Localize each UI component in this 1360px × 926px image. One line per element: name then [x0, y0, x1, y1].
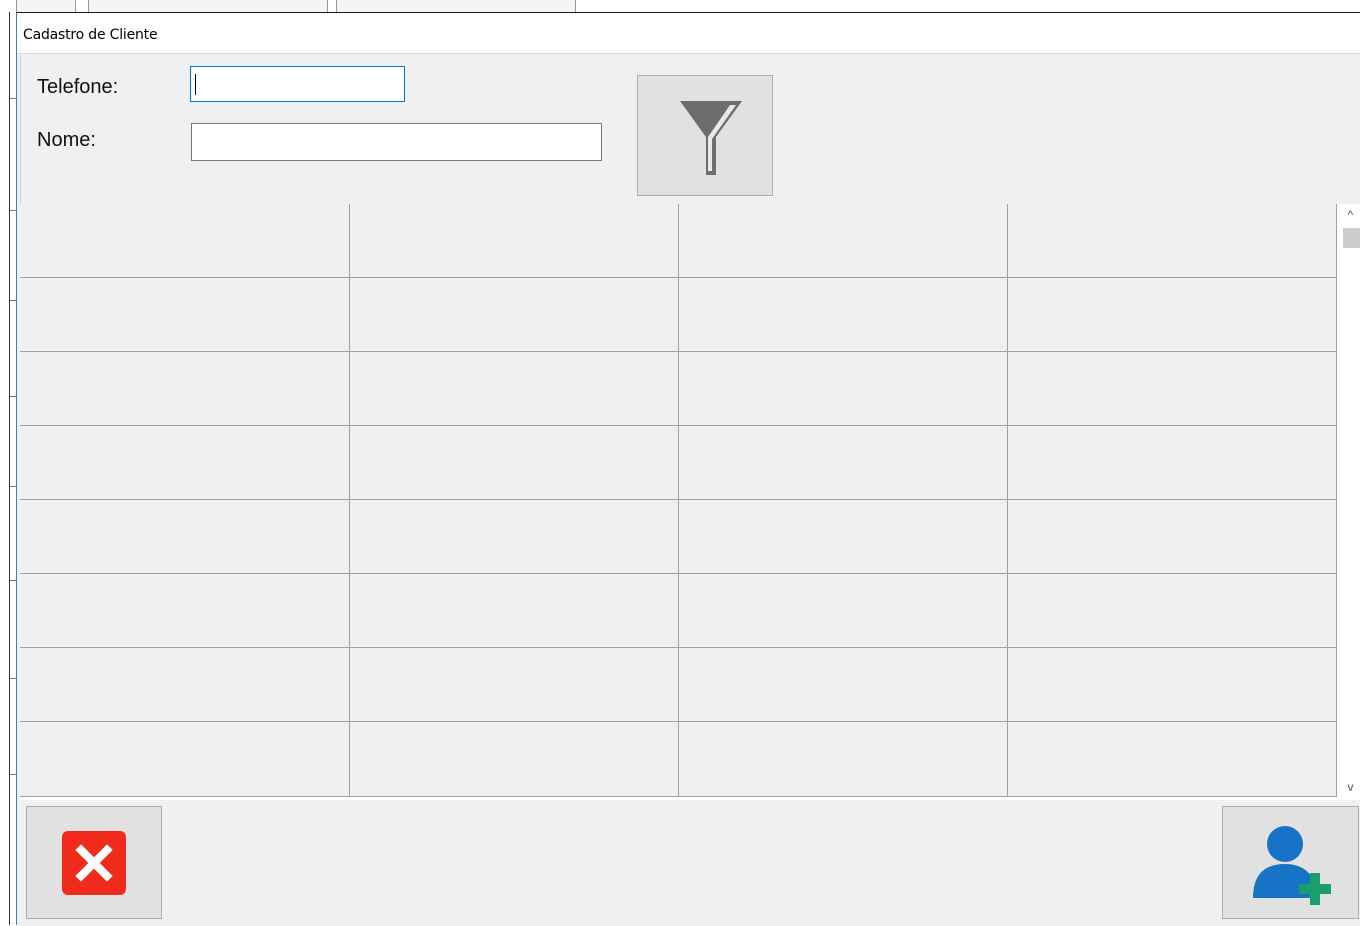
table-row[interactable] — [20, 204, 1338, 278]
scroll-thumb[interactable] — [1343, 228, 1360, 248]
table-cell[interactable] — [1006, 647, 1338, 722]
telefone-label: Telefone: — [37, 76, 119, 98]
table-cell[interactable] — [348, 351, 679, 426]
client-table[interactable] — [20, 204, 1338, 797]
table-cell[interactable] — [677, 721, 1008, 797]
table-row[interactable] — [20, 647, 1338, 722]
table-cell[interactable] — [1006, 721, 1338, 797]
text-caret — [195, 74, 196, 95]
table-cell[interactable] — [20, 647, 350, 722]
table-cell[interactable] — [1006, 499, 1338, 574]
vertical-scrollbar[interactable]: ^ v — [1341, 204, 1360, 800]
table-cell[interactable] — [677, 425, 1008, 500]
nome-input[interactable] — [191, 123, 602, 161]
table-cell[interactable] — [677, 204, 1008, 278]
close-button[interactable] — [26, 806, 162, 919]
funnel-icon — [680, 101, 742, 175]
scroll-down-arrow[interactable]: v — [1341, 778, 1360, 796]
nome-label: Nome: — [37, 129, 96, 151]
cadastro-cliente-window: Cadastro de Cliente Telefone: Nome: ^ v — [16, 12, 1360, 926]
table-cell[interactable] — [677, 573, 1008, 648]
client-grid[interactable]: ^ v — [20, 204, 1360, 800]
table-cell[interactable] — [1006, 351, 1338, 426]
table-row[interactable] — [20, 573, 1338, 648]
table-cell[interactable] — [20, 573, 350, 648]
table-cell[interactable] — [20, 425, 350, 500]
table-cell[interactable] — [348, 204, 679, 278]
table-cell[interactable] — [348, 721, 679, 797]
filter-button[interactable] — [637, 75, 773, 196]
table-cell[interactable] — [1006, 204, 1338, 278]
table-row[interactable] — [20, 721, 1338, 797]
table-cell[interactable] — [20, 351, 350, 426]
telefone-input[interactable] — [190, 66, 405, 102]
table-row[interactable] — [20, 499, 1338, 574]
table-cell[interactable] — [1006, 425, 1338, 500]
window-title-bar[interactable]: Cadastro de Cliente — [17, 13, 1360, 54]
table-cell[interactable] — [348, 425, 679, 500]
table-cell[interactable] — [348, 277, 679, 352]
table-cell[interactable] — [677, 647, 1008, 722]
bottom-action-bar — [20, 800, 1360, 926]
table-cell[interactable] — [348, 647, 679, 722]
user-add-icon — [1253, 826, 1331, 905]
table-row[interactable] — [20, 351, 1338, 426]
table-cell[interactable] — [20, 499, 350, 574]
table-cell[interactable] — [20, 204, 350, 278]
scroll-up-arrow[interactable]: ^ — [1341, 206, 1360, 224]
table-cell[interactable] — [1006, 277, 1338, 352]
filter-panel: Telefone: Nome: — [20, 55, 1360, 204]
table-cell[interactable] — [677, 277, 1008, 352]
table-row[interactable] — [20, 425, 1338, 500]
table-cell[interactable] — [677, 499, 1008, 574]
table-cell[interactable] — [20, 721, 350, 797]
table-row[interactable] — [20, 277, 1338, 352]
table-cell[interactable] — [1006, 573, 1338, 648]
window-title: Cadastro de Cliente — [23, 27, 158, 43]
table-cell[interactable] — [677, 351, 1008, 426]
close-x-icon — [62, 831, 126, 895]
background-divider — [9, 12, 10, 925]
table-cell[interactable] — [348, 573, 679, 648]
table-cell[interactable] — [348, 499, 679, 574]
table-cell[interactable] — [20, 277, 350, 352]
add-client-button[interactable] — [1222, 806, 1359, 919]
